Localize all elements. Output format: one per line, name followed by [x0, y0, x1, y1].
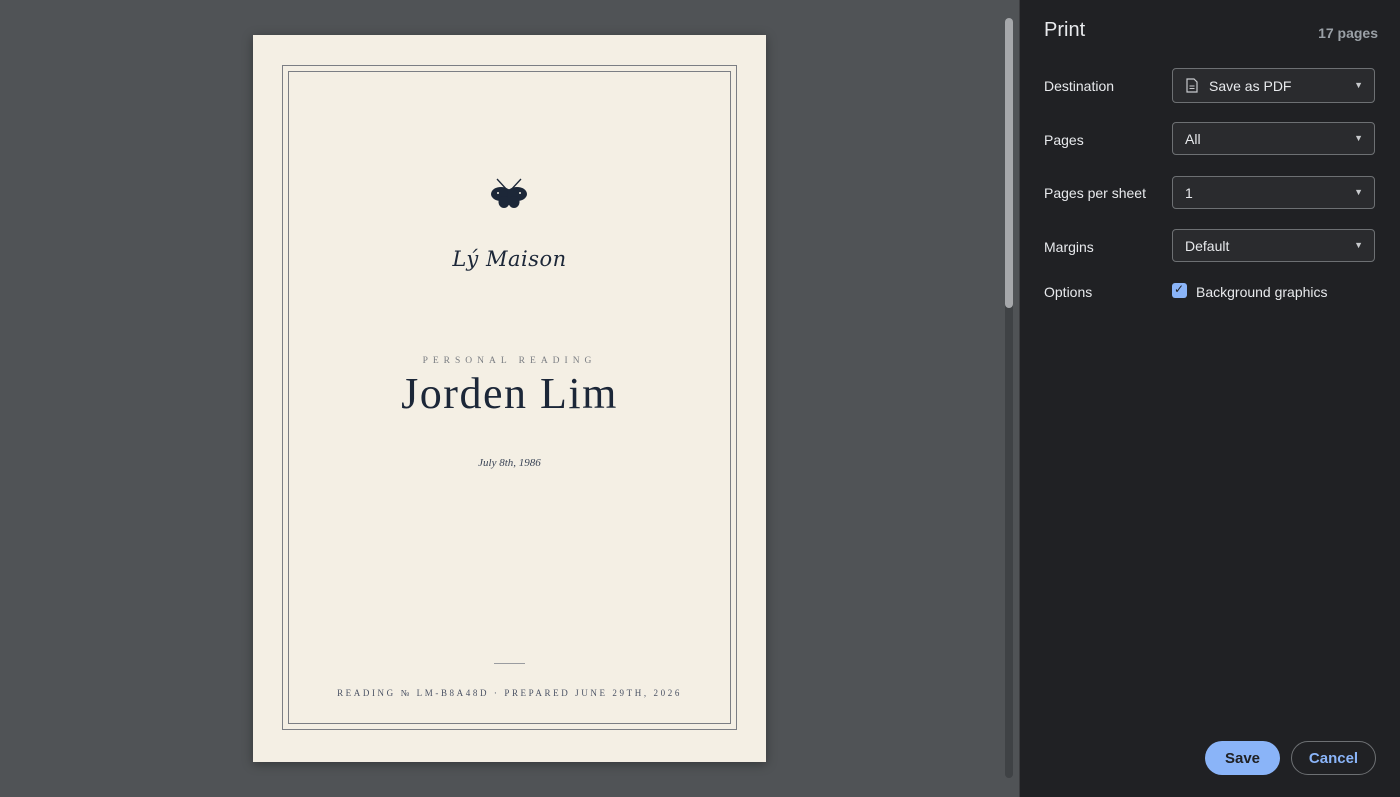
- preview-scrollbar[interactable]: [1005, 18, 1013, 778]
- destination-value: Save as PDF: [1209, 78, 1292, 94]
- divider: [494, 663, 525, 664]
- moth-icon: [491, 178, 527, 208]
- options-label: Options: [1044, 284, 1093, 300]
- birth-date: July 8th, 1986: [478, 457, 541, 469]
- pages-label: Pages: [1044, 132, 1084, 148]
- save-button[interactable]: Save: [1205, 741, 1280, 775]
- cancel-button[interactable]: Cancel: [1291, 741, 1376, 775]
- destination-label: Destination: [1044, 78, 1115, 94]
- print-settings-panel: Print 17 pages Destination Save as PDF ▼…: [1019, 0, 1400, 797]
- client-name: Jorden Lim: [401, 369, 618, 418]
- chevron-down-icon: ▼: [1354, 80, 1363, 90]
- brand-name: Lý Maison: [452, 247, 567, 271]
- document-icon: [1186, 78, 1198, 93]
- scrollbar-thumb[interactable]: [1005, 18, 1013, 308]
- reading-footer: READING № LM-B8A48D · PREPARED JUNE 29TH…: [337, 688, 682, 698]
- destination-select[interactable]: Save as PDF ▼: [1172, 68, 1375, 103]
- pages-select[interactable]: All ▼: [1172, 122, 1375, 155]
- pages-value: All: [1185, 131, 1201, 147]
- pages-per-sheet-select[interactable]: 1 ▼: [1172, 176, 1375, 209]
- pages-per-sheet-value: 1: [1185, 185, 1193, 201]
- pages-per-sheet-label: Pages per sheet: [1044, 185, 1146, 201]
- print-title: Print: [1044, 19, 1086, 41]
- page-count: 17 pages: [1318, 25, 1378, 41]
- margins-label: Margins: [1044, 239, 1094, 255]
- margins-value: Default: [1185, 238, 1230, 254]
- chevron-down-icon: ▼: [1354, 240, 1363, 250]
- margins-select[interactable]: Default ▼: [1172, 229, 1375, 262]
- checkmark-icon: ✓: [1174, 282, 1185, 296]
- chevron-down-icon: ▼: [1354, 187, 1363, 197]
- print-preview-area: Lý Maison PERSONAL READING Jorden Lim Ju…: [0, 0, 1019, 797]
- background-graphics-checkbox[interactable]: ✓: [1172, 282, 1187, 298]
- preview-page: Lý Maison PERSONAL READING Jorden Lim Ju…: [253, 35, 766, 762]
- background-graphics-label[interactable]: Background graphics: [1196, 284, 1328, 300]
- chevron-down-icon: ▼: [1354, 133, 1363, 143]
- reading-kicker: PERSONAL READING: [422, 356, 597, 366]
